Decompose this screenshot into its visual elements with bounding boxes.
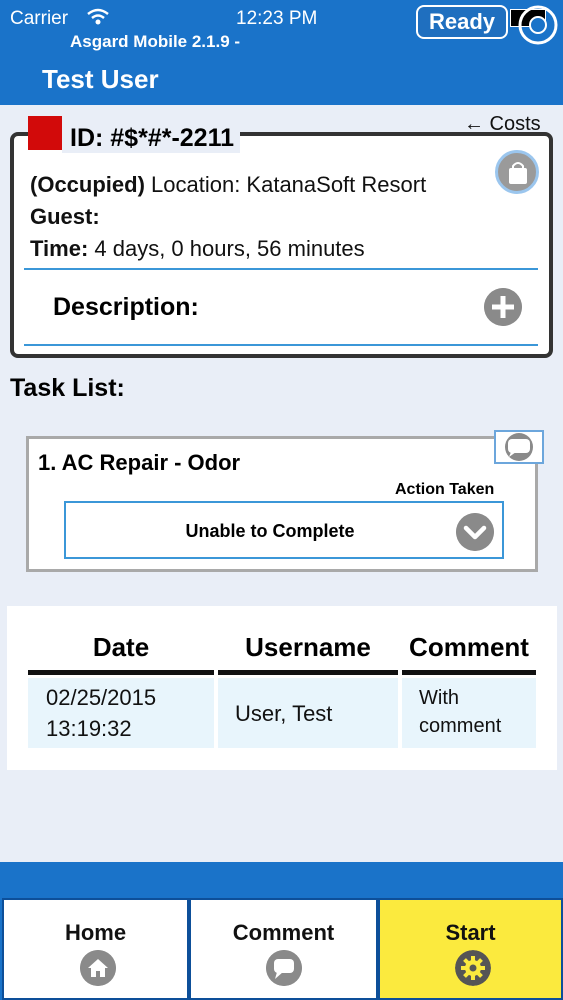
nav-label: Comment — [232, 920, 335, 945]
time-value: 4 days, 0 hours, 56 minutes — [88, 236, 365, 261]
description-label: Description: — [53, 293, 199, 321]
header-underline — [218, 670, 398, 675]
carrier-label: Carrier — [10, 8, 69, 29]
action-taken-value: Unable to Complete — [185, 521, 355, 541]
task-title: 1. AC Repair - Odor — [38, 450, 241, 475]
sync-icon[interactable] — [516, 3, 560, 47]
nav-item-comment[interactable]: Comment — [189, 898, 378, 1000]
task-comment-button[interactable] — [494, 430, 544, 464]
guest-label: Guest: — [30, 204, 100, 229]
nav-item-home[interactable]: Home — [2, 898, 189, 1000]
column-header-comment: Comment — [409, 632, 529, 662]
nav-label: Home — [64, 920, 127, 945]
status-flag — [28, 116, 62, 150]
shopping-bag-icon — [509, 162, 527, 184]
time-row: Time: 4 days, 0 hours, 56 minutes — [30, 236, 365, 262]
divider — [24, 344, 538, 346]
action-taken-label: Action Taken — [395, 481, 495, 498]
row-comment: With comment — [419, 684, 501, 740]
header-underline — [28, 670, 214, 675]
app-header: Carrier 12:23 PM Ready Asgard Mobile 2.1… — [0, 0, 563, 105]
status-time: 12:23 PM — [236, 8, 318, 29]
nav-label: Start — [445, 920, 496, 945]
user-title: Test User — [42, 64, 159, 94]
occupied-label: (Occupied) — [30, 172, 145, 197]
row-username: User, Test — [235, 701, 333, 726]
home-icon — [80, 950, 116, 986]
ticket-id: ID: #$*#*-2211 — [62, 124, 241, 153]
wifi-icon — [87, 8, 109, 25]
column-header-date: Date — [92, 632, 150, 662]
task-list-heading: Task List: — [10, 374, 125, 402]
location-row: (Occupied) Location: KatanaSoft Resort — [30, 172, 426, 198]
row-comment-line: With — [419, 687, 459, 709]
location-value: Location: KatanaSoft Resort — [144, 172, 427, 197]
nav-band — [0, 862, 563, 898]
divider — [24, 268, 538, 270]
speech-bubble-icon — [505, 433, 533, 461]
header-underline — [402, 670, 536, 675]
speech-bubble-icon — [266, 950, 302, 986]
row-time-line: 13:19:32 — [46, 716, 132, 741]
gear-icon — [455, 950, 491, 986]
row-comment-line: comment — [419, 715, 502, 737]
nav-item-start[interactable]: Start — [378, 898, 563, 1000]
row-date: 02/25/2015 13:19:32 — [46, 682, 156, 744]
shopping-bag-button[interactable] — [495, 150, 539, 194]
chevron-down-icon[interactable] — [456, 513, 494, 551]
app-version: Asgard Mobile 2.1.9 - — [70, 32, 241, 51]
time-label: Time: — [30, 236, 89, 261]
add-description-button[interactable] — [484, 288, 522, 326]
row-date-line: 02/25/2015 — [46, 685, 157, 710]
ready-button[interactable]: Ready — [416, 5, 508, 39]
action-taken-select[interactable]: Unable to Complete — [64, 501, 504, 559]
column-header-username: Username — [245, 632, 371, 662]
